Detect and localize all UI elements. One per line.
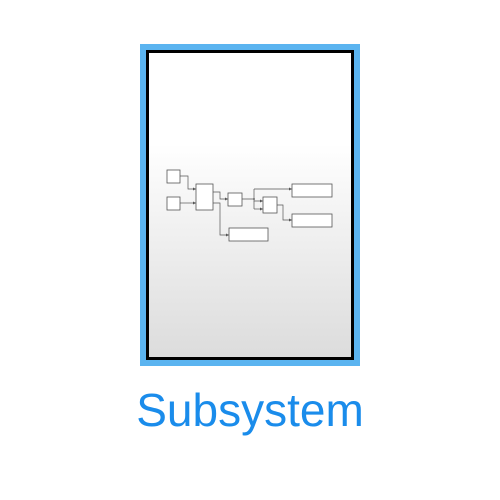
- mux-block-icon: [195, 183, 214, 211]
- sum-block-icon: [262, 196, 278, 214]
- scope-block-icon: [228, 227, 269, 242]
- outport-2-icon: [291, 213, 333, 228]
- subsystem-diagram-icon: [166, 169, 333, 242]
- gain-block-icon: [227, 192, 243, 207]
- inport-2-icon: [166, 196, 181, 211]
- inport-1-icon: [166, 169, 181, 184]
- canvas: Subsystem: [0, 0, 500, 500]
- outport-1-icon: [291, 183, 333, 198]
- subsystem-label: Subsystem: [136, 384, 364, 436]
